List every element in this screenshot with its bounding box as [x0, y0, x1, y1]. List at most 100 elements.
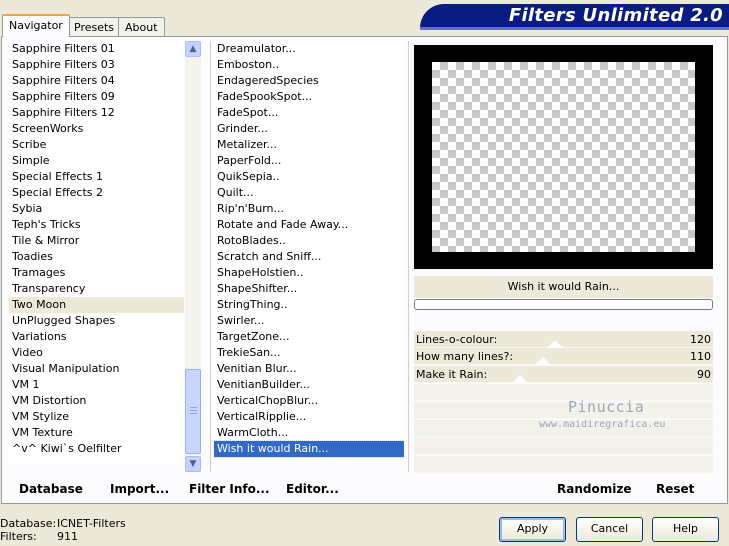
category-list-item[interactable]: Video	[9, 345, 184, 361]
param-label: Make it Rain:	[416, 368, 488, 381]
category-list-item[interactable]: VM 1	[9, 377, 184, 393]
param-row-how-many-lines[interactable]: How many lines?: 110	[414, 348, 713, 365]
chevron-down-icon[interactable]: ▼	[185, 456, 201, 472]
category-list-item[interactable]: Two Moon	[9, 297, 184, 313]
divider	[210, 41, 211, 472]
preview-frame	[414, 45, 713, 269]
grip-line	[190, 410, 197, 411]
tab-about[interactable]: About	[118, 17, 165, 36]
help-button[interactable]: Help	[652, 517, 719, 542]
category-list-item[interactable]: UnPlugged Shapes	[9, 313, 184, 329]
filter-list-item[interactable]: TargetZone...	[214, 329, 404, 345]
filter-list-item[interactable]: VerticalRipplie...	[214, 409, 404, 425]
apply-button[interactable]: Apply	[499, 517, 566, 542]
filter-list-item[interactable]: Swirler...	[214, 313, 404, 329]
category-list-item[interactable]: Special Effects 1	[9, 169, 184, 185]
tab-presets[interactable]: Presets	[67, 17, 122, 36]
category-list-item[interactable]: Variations	[9, 329, 184, 345]
filter-list[interactable]: Dreamulator... Emboston.. EndageredSpecies…	[214, 41, 404, 465]
scrollbar-thumb[interactable]	[185, 369, 201, 454]
filter-list-item[interactable]: VenitianBuilder...	[214, 377, 404, 393]
category-list-item[interactable]: Simple	[9, 153, 184, 169]
filter-list-item[interactable]: WarmCloth...	[214, 425, 404, 441]
chevron-up-icon[interactable]: ▲	[185, 41, 201, 57]
category-list-item[interactable]: ^v^ Kiwi`s Oelfilter	[9, 441, 184, 457]
category-list-item[interactable]: Toadies	[9, 249, 184, 265]
category-list-item[interactable]: ScreenWorks	[9, 121, 184, 137]
category-list-item[interactable]: Sapphire Filters 09	[9, 89, 184, 105]
watermark-text: Pinuccia	[568, 398, 645, 416]
filter-list-item[interactable]: Quilt...	[214, 185, 404, 201]
category-list-item[interactable]: Scribe	[9, 137, 184, 153]
filter-list-item[interactable]: Dreamulator...	[214, 41, 404, 57]
randomize-button[interactable]: Randomize	[557, 482, 631, 496]
slider-thumb[interactable]	[511, 375, 528, 383]
param-value: 90	[697, 368, 711, 381]
category-list-item[interactable]: Transparency	[9, 281, 184, 297]
param-label: Lines-o-colour:	[416, 333, 498, 346]
param-value: 110	[690, 350, 711, 363]
filter-list-item[interactable]: Wish it would Rain...	[214, 440, 404, 458]
filter-list-item[interactable]: Scratch and Sniff...	[214, 249, 404, 265]
category-list-item[interactable]: VM Stylize	[9, 409, 184, 425]
category-scrollbar[interactable]: ▲ ▼	[185, 41, 201, 472]
param-row-empty	[414, 402, 713, 419]
filter-list-item[interactable]: ShapeShifter...	[214, 281, 404, 297]
filter-info-button[interactable]: Filter Info...	[189, 482, 270, 496]
filter-list-item[interactable]: ShapeHolstien..	[214, 265, 404, 281]
param-row-empty	[414, 456, 713, 473]
category-list-item[interactable]: Tramages	[9, 265, 184, 281]
tab-navigator[interactable]: Navigator	[2, 14, 70, 37]
filter-list-item[interactable]: VerticalChopBlur...	[214, 393, 404, 409]
filter-list-item[interactable]: QuikSepia..	[214, 169, 404, 185]
filter-list-item[interactable]: Venitian Blur...	[214, 361, 404, 377]
grip-line	[190, 413, 197, 414]
filter-list-item[interactable]: EndageredSpecies	[214, 73, 404, 89]
category-list[interactable]: Sapphire Filters 01 Sapphire Filters 03 Sa…	[9, 41, 184, 465]
grip-line	[190, 407, 197, 408]
filter-list-item[interactable]: Rip'n'Burn...	[214, 201, 404, 217]
category-list-item[interactable]: Sapphire Filters 01	[9, 41, 184, 57]
category-list-item[interactable]: Sapphire Filters 12	[9, 105, 184, 121]
app-title: Filters Unlimited 2.0	[508, 5, 723, 26]
filter-list-item[interactable]: Emboston..	[214, 57, 404, 73]
param-row-lines-o-colour[interactable]: Lines-o-colour: 120	[414, 331, 713, 348]
param-label: How many lines?:	[416, 350, 514, 363]
import-button[interactable]: Import...	[110, 482, 169, 496]
preview-image	[432, 62, 695, 252]
status-filters: Filters: 911	[0, 530, 78, 543]
category-list-item[interactable]: VM Distortion	[9, 393, 184, 409]
filter-list-item[interactable]: FadeSpot...	[214, 105, 404, 121]
filter-list-item[interactable]: PaperFold...	[214, 153, 404, 169]
category-list-item[interactable]: VM Texture	[9, 425, 184, 441]
category-list-item[interactable]: Sapphire Filters 03	[9, 57, 184, 73]
category-list-item[interactable]: Sybia	[9, 201, 184, 217]
editor-button[interactable]: Editor...	[286, 482, 339, 496]
status-database: Database:ICNET-Filters	[0, 517, 126, 530]
filter-list-item[interactable]: Grinder...	[214, 121, 404, 137]
reset-button[interactable]: Reset	[656, 482, 694, 496]
filter-list-item[interactable]: StringThing..	[214, 297, 404, 313]
cancel-button[interactable]: Cancel	[576, 517, 643, 542]
divider	[408, 41, 409, 472]
filter-list-item[interactable]: Metalizer...	[214, 137, 404, 153]
slider-thumb[interactable]	[546, 340, 563, 348]
status-value: ICNET-Filters	[57, 517, 126, 530]
category-list-item[interactable]: Teph's Tricks	[9, 217, 184, 233]
slider-thumb[interactable]	[534, 357, 551, 365]
filter-list-item[interactable]: TrekieSan...	[214, 345, 404, 361]
progress-bar	[414, 299, 713, 310]
param-value: 120	[690, 333, 711, 346]
param-row-make-it-rain[interactable]: Make it Rain: 90	[414, 366, 713, 383]
filter-list-item[interactable]: Rotate and Fade Away...	[214, 217, 404, 233]
status-label: Database:	[0, 517, 57, 530]
category-list-item[interactable]: Sapphire Filters 04	[9, 73, 184, 89]
filter-list-item[interactable]: FadeSpookSpot...	[214, 89, 404, 105]
filter-list-item[interactable]: RotoBlades..	[214, 233, 404, 249]
category-list-item[interactable]: Tile & Mirror	[9, 233, 184, 249]
database-button[interactable]: Database	[19, 482, 83, 496]
status-value: 911	[57, 530, 78, 543]
category-list-item[interactable]: Special Effects 2	[9, 185, 184, 201]
title-banner: Filters Unlimited 2.0	[420, 4, 729, 30]
category-list-item[interactable]: Visual Manipulation	[9, 361, 184, 377]
